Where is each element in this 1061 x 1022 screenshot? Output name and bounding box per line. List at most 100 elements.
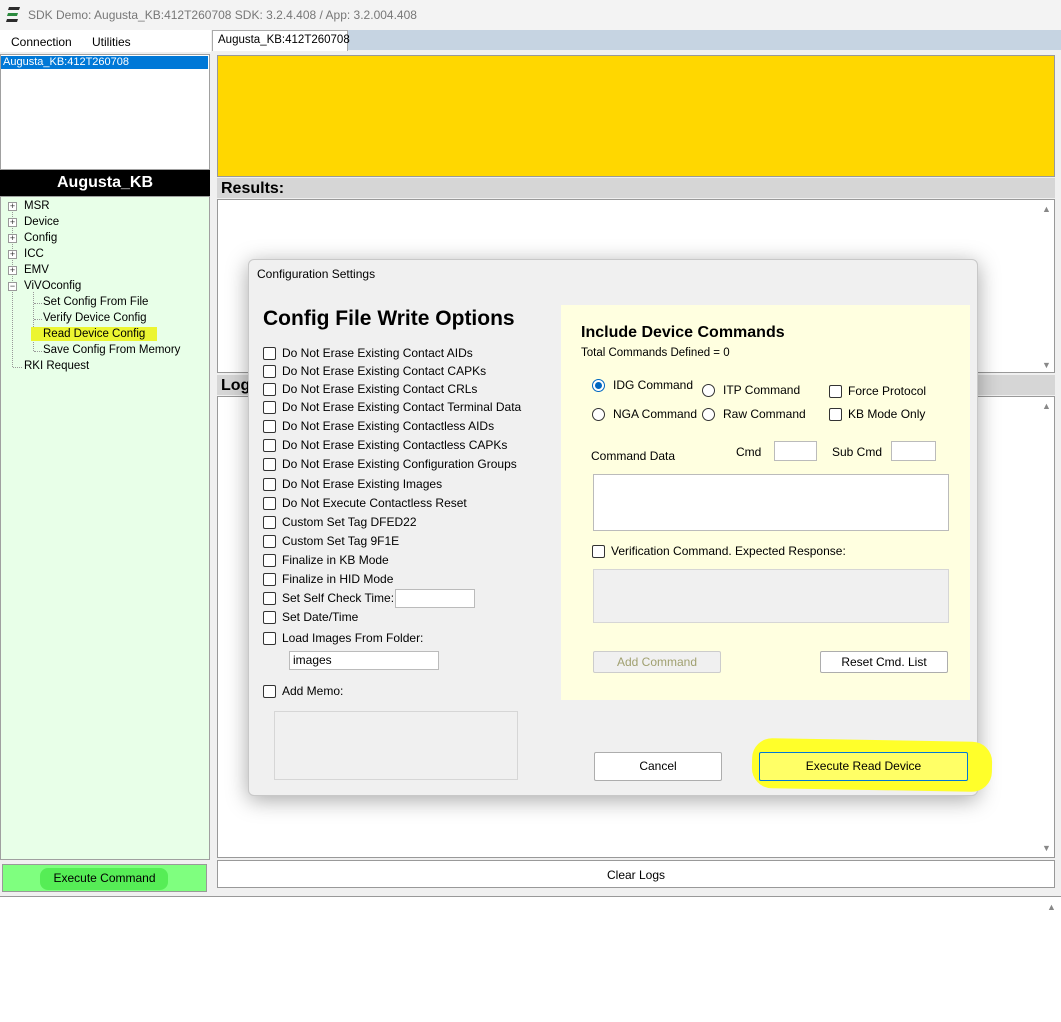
memo-textarea[interactable] — [274, 711, 518, 780]
tree-item-icc[interactable]: ICC — [24, 248, 44, 260]
checkbox[interactable] — [829, 384, 842, 398]
option-self-check-time[interactable]: Set Self Check Time: — [263, 590, 394, 606]
option-finalize-hid[interactable]: Finalize in HID Mode — [263, 571, 393, 587]
radio-raw-command[interactable]: Raw Command — [702, 407, 806, 421]
checkbox[interactable] — [592, 544, 605, 558]
checkbox[interactable] — [263, 438, 276, 452]
option-add-memo[interactable]: Add Memo: — [263, 683, 343, 699]
radio-selected-icon[interactable] — [592, 378, 605, 392]
tree-item-read-device-config[interactable]: Read Device Config — [31, 327, 158, 341]
tree-item-config[interactable]: Config — [24, 232, 57, 244]
cmd-input[interactable] — [774, 441, 817, 461]
results-header: Results: — [217, 178, 1055, 198]
option-contact-crls[interactable]: Do Not Erase Existing Contact CRLs — [263, 381, 477, 397]
radio-idg-command[interactable]: IDG Command — [592, 378, 693, 392]
tree-item-vivoconfig[interactable]: ViVOconfig — [24, 280, 81, 292]
tree-item-msr[interactable]: MSR — [24, 200, 50, 212]
app-logo-icon — [6, 7, 20, 22]
checkbox[interactable] — [263, 382, 276, 396]
option-contact-capks[interactable]: Do Not Erase Existing Contact CAPKs — [263, 363, 486, 379]
tab-device[interactable]: Augusta_KB:412T260708 — [212, 30, 350, 51]
tree-item-set-config-from-file[interactable]: Set Config From File — [43, 296, 148, 308]
device-list-item[interactable]: Augusta_KB:412T260708 — [1, 56, 208, 69]
tree-guide-line — [33, 292, 34, 351]
tree-guide-line — [34, 303, 42, 304]
tree-guide-line — [34, 319, 42, 320]
scroll-down-icon[interactable]: ▼ — [1042, 843, 1051, 853]
checkbox[interactable] — [263, 515, 276, 529]
config-options-title: Config File Write Options — [263, 307, 515, 330]
expand-msr-icon[interactable]: + — [8, 202, 17, 211]
scroll-up-icon[interactable]: ▲ — [1042, 401, 1051, 411]
option-tag-9f1e[interactable]: Custom Set Tag 9F1E — [263, 533, 399, 549]
scroll-down-icon[interactable]: ▼ — [1042, 360, 1051, 370]
tree-item-emv[interactable]: EMV — [24, 264, 49, 276]
option-set-date-time[interactable]: Set Date/Time — [263, 609, 358, 625]
option-load-images[interactable]: Load Images From Folder: — [263, 630, 423, 646]
command-data-textarea[interactable] — [593, 474, 949, 531]
option-tag-dfed22[interactable]: Custom Set Tag DFED22 — [263, 514, 417, 530]
checkbox[interactable] — [263, 610, 276, 624]
cmd-label: Cmd — [736, 445, 762, 459]
option-contactless-reset[interactable]: Do Not Execute Contactless Reset — [263, 495, 467, 511]
radio-icon[interactable] — [592, 407, 605, 421]
cancel-button[interactable]: Cancel — [594, 752, 722, 781]
device-header: Augusta_KB — [0, 170, 210, 196]
option-contact-terminal-data[interactable]: Do Not Erase Existing Contact Terminal D… — [263, 399, 521, 415]
reset-cmd-list-button[interactable]: Reset Cmd. List — [820, 651, 948, 673]
expand-config-icon[interactable]: + — [8, 234, 17, 243]
device-list[interactable] — [0, 54, 210, 170]
radio-itp-command[interactable]: ITP Command — [702, 383, 800, 397]
radio-icon[interactable] — [702, 407, 715, 421]
expand-icc-icon[interactable]: + — [8, 250, 17, 259]
option-contact-aids[interactable]: Do Not Erase Existing Contact AIDs — [263, 345, 473, 361]
option-contactless-capks[interactable]: Do Not Erase Existing Contactless CAPKs — [263, 437, 507, 453]
checkbox[interactable] — [263, 496, 276, 510]
option-finalize-kb[interactable]: Finalize in KB Mode — [263, 552, 389, 568]
sub-cmd-input[interactable] — [891, 441, 936, 461]
output-textarea[interactable] — [0, 896, 1061, 1022]
checkbox[interactable] — [263, 553, 276, 567]
checkbox[interactable] — [263, 419, 276, 433]
option-kb-mode-only[interactable]: KB Mode Only — [829, 406, 925, 422]
checkbox[interactable] — [263, 457, 276, 471]
option-force-protocol[interactable]: Force Protocol — [829, 383, 926, 399]
execute-read-device-button[interactable]: Execute Read Device — [759, 752, 968, 781]
expand-device-icon[interactable]: + — [8, 218, 17, 227]
checkbox[interactable] — [829, 407, 842, 421]
checkbox[interactable] — [263, 400, 276, 414]
clear-logs-button[interactable]: Clear Logs — [217, 860, 1055, 888]
checkbox[interactable] — [263, 477, 276, 491]
self-check-time-input[interactable] — [395, 589, 475, 608]
checkbox[interactable] — [263, 572, 276, 586]
sub-cmd-label: Sub Cmd — [832, 445, 883, 459]
option-verification-command[interactable]: Verification Command. Expected Response: — [592, 543, 846, 559]
checkbox[interactable] — [263, 591, 276, 605]
scroll-up-icon[interactable]: ▲ — [1047, 902, 1056, 912]
tree-item-device[interactable]: Device — [24, 216, 59, 228]
tree-item-verify-device-config[interactable]: Verify Device Config — [43, 312, 147, 324]
checkbox[interactable] — [263, 534, 276, 548]
menu-utilities[interactable]: Utilities — [92, 35, 131, 49]
collapse-vivoconfig-icon[interactable]: − — [8, 282, 17, 291]
tree-item-rki-request[interactable]: RKI Request — [24, 360, 89, 372]
tree-item-save-config-from-memory[interactable]: Save Config From Memory — [43, 344, 180, 356]
expand-emv-icon[interactable]: + — [8, 266, 17, 275]
option-contactless-aids[interactable]: Do Not Erase Existing Contactless AIDs — [263, 418, 494, 434]
status-panel — [217, 55, 1055, 177]
option-configuration-groups[interactable]: Do Not Erase Existing Configuration Grou… — [263, 456, 517, 472]
option-images[interactable]: Do Not Erase Existing Images — [263, 476, 442, 492]
checkbox[interactable] — [263, 631, 276, 645]
checkbox[interactable] — [263, 346, 276, 360]
menu-connection[interactable]: Connection — [11, 35, 72, 49]
images-folder-input[interactable]: images — [289, 651, 439, 670]
scroll-up-icon[interactable]: ▲ — [1042, 204, 1051, 214]
radio-icon[interactable] — [702, 383, 715, 397]
radio-nga-command[interactable]: NGA Command — [592, 407, 697, 421]
checkbox[interactable] — [263, 364, 276, 378]
checkbox[interactable] — [263, 684, 276, 698]
dialog-title: Configuration Settings — [257, 267, 376, 281]
window-title: SDK Demo: Augusta_KB:412T260708 SDK: 3.2… — [28, 8, 417, 22]
add-command-button[interactable]: Add Command — [593, 651, 721, 673]
expected-response-textarea[interactable] — [593, 569, 949, 623]
